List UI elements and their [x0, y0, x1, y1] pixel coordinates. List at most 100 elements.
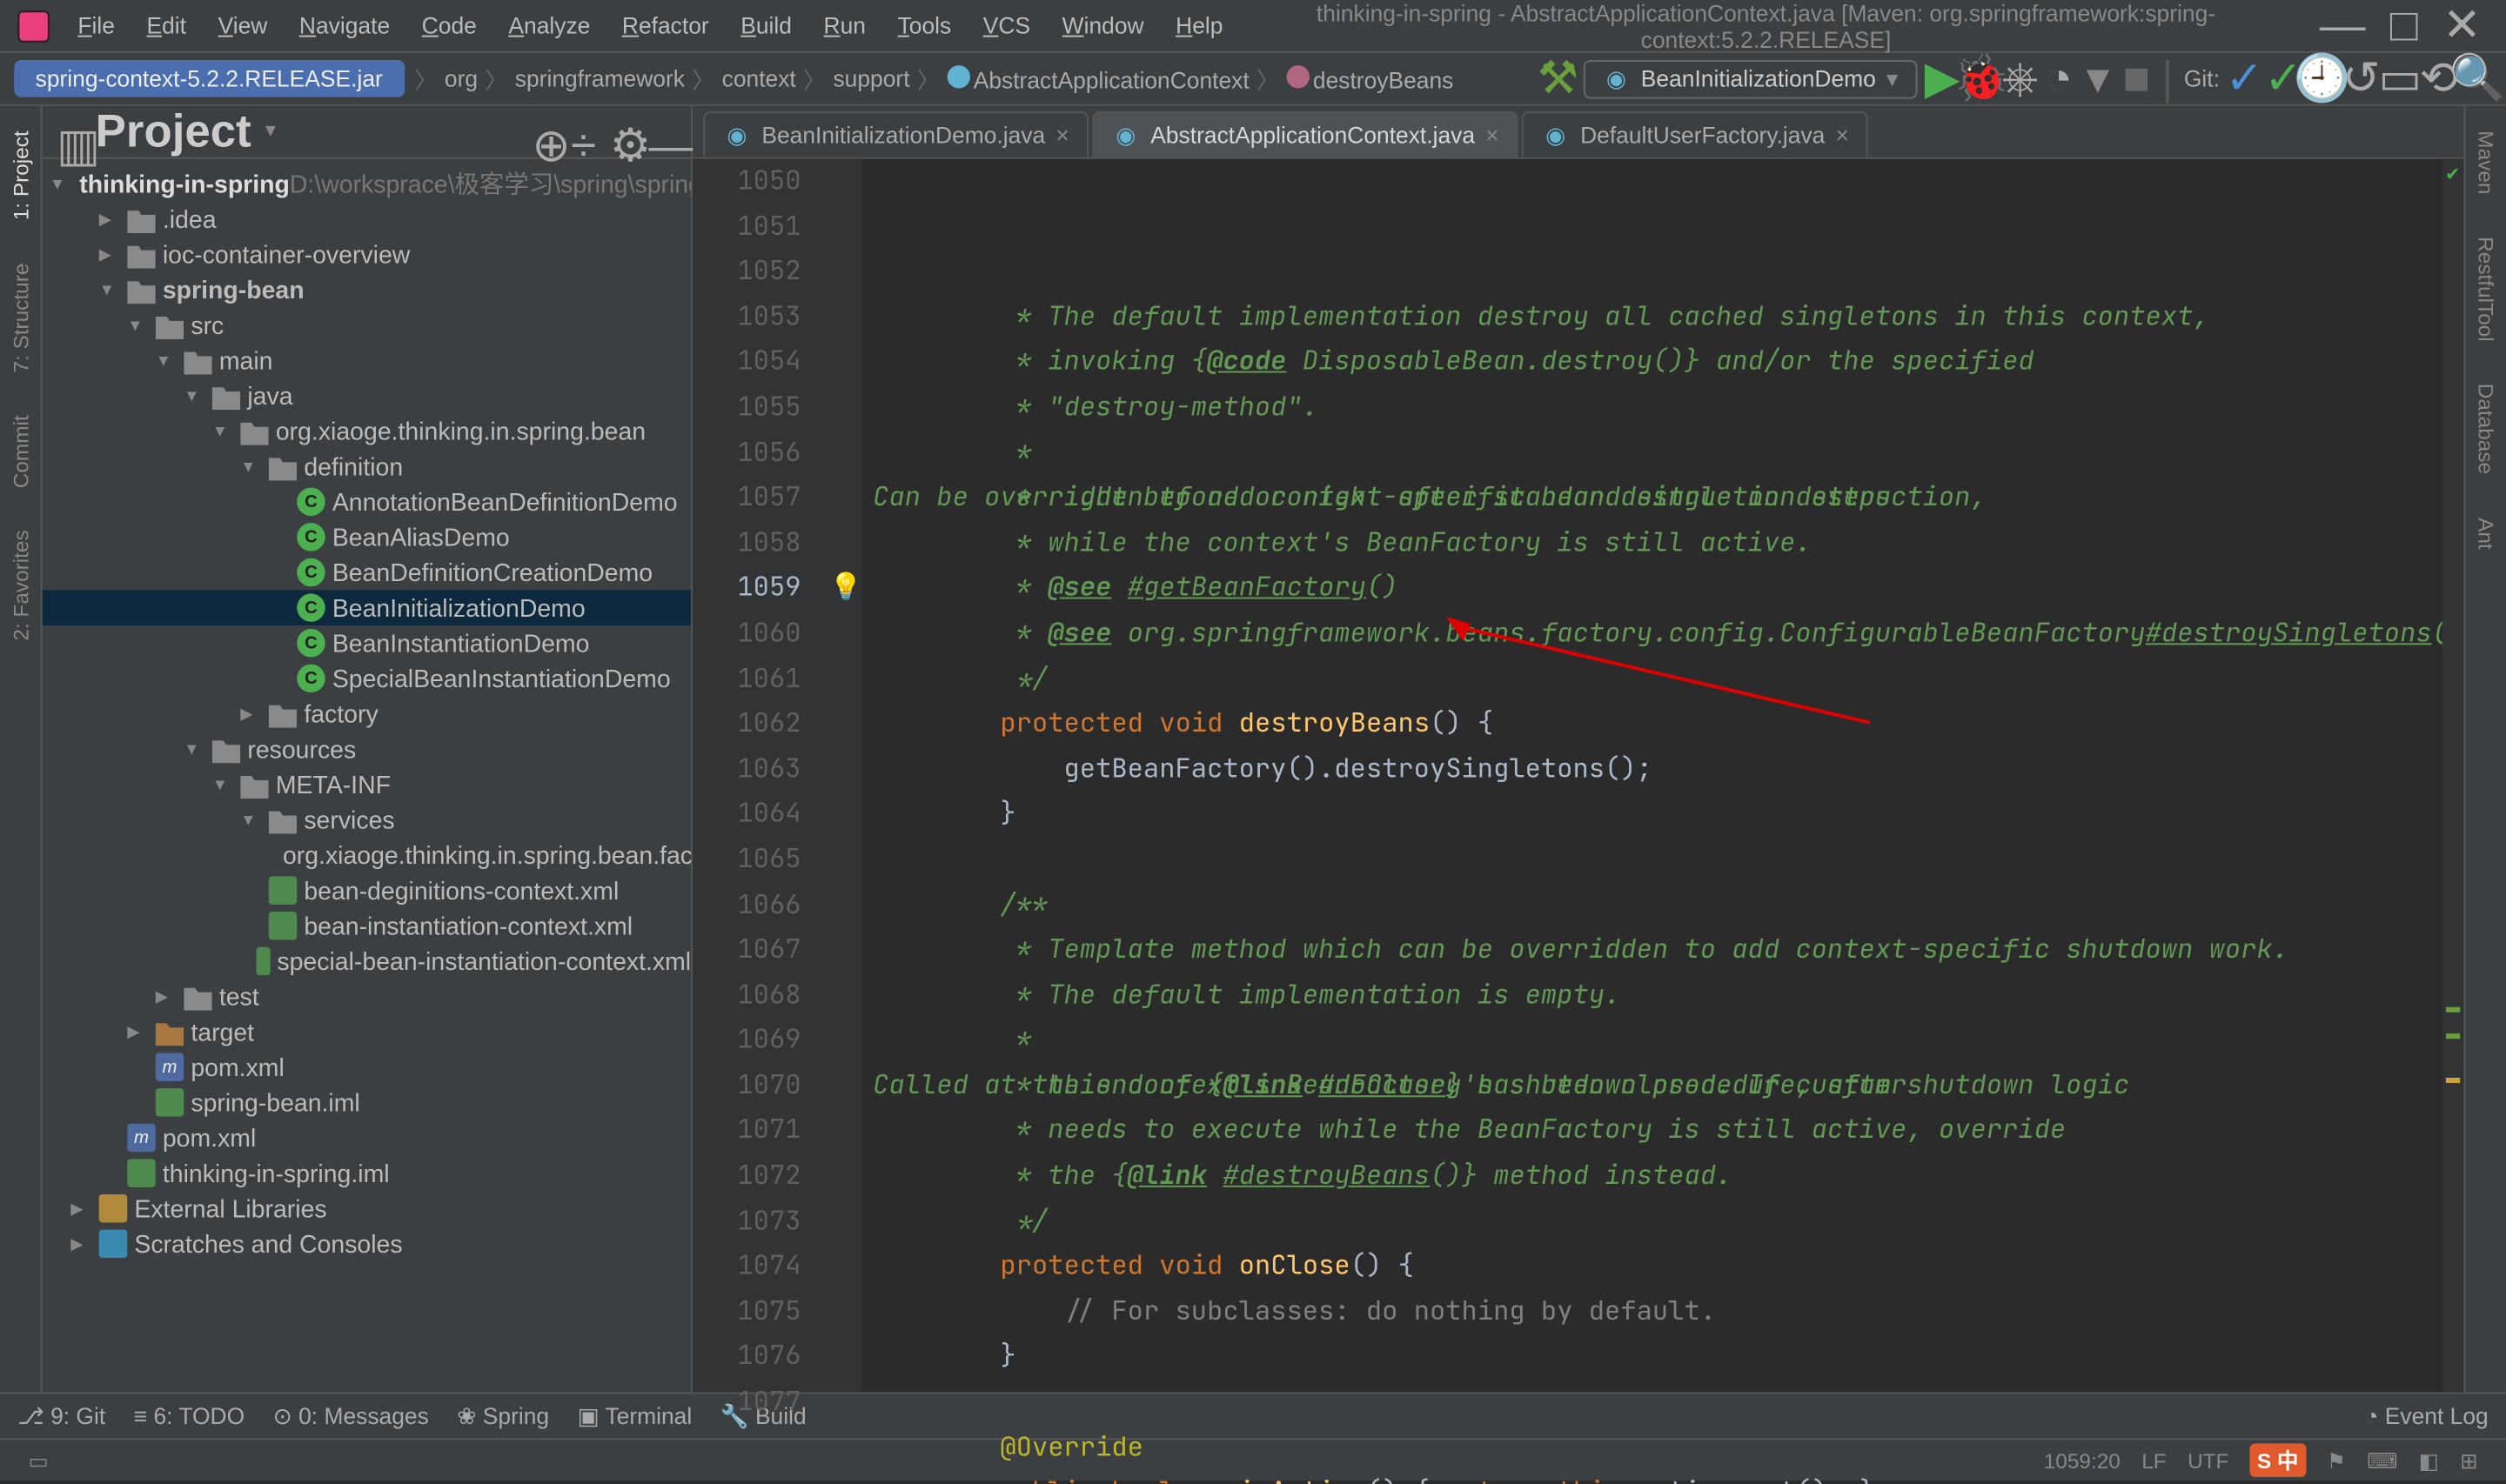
debug-button[interactable]: 🐞 — [1967, 64, 1995, 92]
nav-jar-pill[interactable]: spring-context-5.2.2.RELEASE.jar — [14, 60, 404, 97]
tree-node[interactable]: SpecialBeanInstantiationDemo — [43, 661, 691, 697]
tool-git[interactable]: ⎇ 9: Git — [17, 1402, 105, 1430]
marker[interactable] — [2446, 1033, 2460, 1039]
vcs-history-icon[interactable]: 🕘 — [2308, 64, 2336, 92]
code-line[interactable]: * The default implementation is empty. — [873, 973, 2463, 1018]
tree-node[interactable]: pom.xml — [43, 1049, 691, 1085]
locate-icon[interactable]: ⊕ — [532, 117, 559, 145]
code-line[interactable]: * The default implementation destroy all… — [873, 295, 2463, 340]
code-line[interactable]: * Called at the end of {@link #doClose}'… — [873, 1018, 2463, 1063]
coverage-button[interactable]: ⎈ — [2006, 64, 2034, 92]
maximize-button[interactable]: □ — [2390, 0, 2418, 53]
code-line[interactable] — [873, 1380, 2463, 1425]
tree-node[interactable]: BeanDefinitionCreationDemo — [43, 555, 691, 591]
tool-todo[interactable]: ≡ 6: TODO — [134, 1403, 245, 1429]
code-line[interactable]: * the {@link #destroyBeans()} method ins… — [873, 1153, 2463, 1199]
right-rail-tab[interactable]: Database — [2473, 373, 2497, 485]
code-line[interactable]: /** — [873, 882, 2463, 927]
code-line[interactable] — [873, 838, 2463, 883]
tool-terminal[interactable]: ▣ Terminal — [578, 1402, 693, 1430]
tree-node[interactable]: ▶Scratches and Consoles — [43, 1227, 691, 1262]
tree-node[interactable]: thinking-in-spring.iml — [43, 1155, 691, 1191]
tree-node[interactable]: BeanInstantiationDemo — [43, 625, 691, 661]
code-line[interactable]: } — [873, 1334, 2463, 1380]
code-line[interactable]: * "destroy-method". — [873, 385, 2463, 431]
code-line[interactable]: protected void onClose() { — [873, 1244, 2463, 1289]
tree-node[interactable]: BeanInitializationDemo — [43, 590, 691, 625]
tree-node[interactable]: ▶External Libraries — [43, 1191, 691, 1227]
code-line[interactable]: */ — [873, 657, 2463, 702]
menu-view[interactable]: View — [204, 12, 281, 38]
tree-node[interactable]: ▼services — [43, 802, 691, 838]
menu-vcs[interactable]: VCS — [969, 12, 1045, 38]
search-everywhere-icon[interactable]: 🔍 — [2463, 64, 2491, 92]
tree-node[interactable]: AnnotationBeanDefinitionDemo — [43, 485, 691, 520]
marker[interactable] — [2446, 1078, 2460, 1083]
left-rail-tab[interactable]: 7: Structure — [8, 252, 32, 383]
left-rail-tab[interactable]: 1: Project — [8, 120, 32, 231]
code-content[interactable]: * The default implementation destroy all… — [862, 159, 2463, 1393]
tree-node[interactable]: BeanAliasDemo — [43, 519, 691, 555]
menu-code[interactable]: Code — [407, 12, 491, 38]
breadcrumb-item[interactable]: AbstractApplicationContext — [947, 64, 1249, 92]
code-line[interactable]: * Can be overridden to add context-speci… — [873, 431, 2463, 476]
right-rail-tab[interactable]: RestfulTool — [2473, 226, 2497, 352]
editor[interactable]: 1050105110521053105410551056105710581059… — [693, 159, 2463, 1393]
vcs-revert-icon[interactable]: ↺ — [2347, 64, 2375, 92]
profile-button[interactable]: ◔ — [2045, 64, 2073, 92]
tree-node[interactable]: ▼main — [43, 343, 691, 378]
breadcrumb-item[interactable]: context — [722, 65, 796, 91]
code-line[interactable]: * @see #getBeanFactory() — [873, 566, 2463, 612]
code-line[interactable]: // For subclasses: do nothing by default… — [873, 1289, 2463, 1334]
tool-messages[interactable]: ⊙ 0: Messages — [273, 1402, 429, 1430]
minimize-button[interactable]: — — [2320, 0, 2366, 53]
menu-file[interactable]: File — [64, 12, 129, 38]
editor-tab[interactable]: ◉DefaultUserFactory.java× — [1522, 111, 1868, 157]
tree-node[interactable]: spring-bean.iml — [43, 1085, 691, 1120]
more-run-icon[interactable]: ▾ — [2084, 64, 2112, 92]
menu-window[interactable]: Window — [1048, 12, 1157, 38]
hide-tool-icon[interactable]: — — [648, 117, 676, 145]
editor-tab[interactable]: ◉AbstractApplicationContext.java× — [1092, 111, 1518, 157]
tree-node[interactable]: bean-deginitions-context.xml — [43, 872, 691, 908]
vcs-branch-icon[interactable]: ▭ — [2386, 64, 2414, 92]
chevron-down-icon[interactable]: ▼ — [262, 122, 279, 141]
project-view-icon[interactable]: ▥ — [57, 117, 84, 145]
code-line[interactable]: protected void destroyBeans() { — [873, 702, 2463, 747]
tree-node[interactable]: ▼src — [43, 307, 691, 343]
tree-node[interactable]: ▶factory — [43, 696, 691, 732]
menu-analyze[interactable]: Analyze — [494, 12, 604, 38]
code-line[interactable]: * Template method which can be overridde… — [873, 927, 2463, 973]
tree-node[interactable]: org.xiaoge.thinking.in.spring.bean.facto… — [43, 838, 691, 873]
code-line[interactable]: * needs to execute while the BeanFactory… — [873, 1108, 2463, 1153]
breadcrumb-item[interactable]: org — [445, 65, 478, 91]
right-rail-tab[interactable]: Maven — [2473, 120, 2497, 205]
tree-node[interactable]: ▼spring-bean — [43, 272, 691, 308]
breadcrumb-item[interactable]: support — [833, 65, 909, 91]
settings-gear-icon[interactable]: ⚙ — [610, 117, 638, 145]
code-line[interactable]: @Override — [873, 1425, 2463, 1470]
close-tab-icon[interactable]: × — [1836, 122, 1849, 148]
inspection-ok-icon[interactable]: ✔ — [2445, 166, 2460, 185]
editor-tab[interactable]: ◉BeanInitializationDemo.java× — [703, 111, 1089, 157]
breadcrumb-item[interactable]: springframework — [515, 65, 685, 91]
close-tab-icon[interactable]: × — [1055, 122, 1069, 148]
build-hammer-icon[interactable]: ⚒ — [1544, 64, 1571, 92]
collapse-icon[interactable]: ÷ — [571, 117, 599, 145]
right-rail-tab[interactable]: Ant — [2473, 506, 2497, 559]
code-line[interactable]: * right before or right after standard s… — [873, 476, 2463, 521]
tree-root[interactable]: ▼thinking-in-spring D:\worksprace\极客学习\s… — [43, 166, 691, 202]
tool-spring[interactable]: ❀ Spring — [457, 1402, 549, 1430]
code-line[interactable]: * @see org.springframework.beans.factory… — [873, 612, 2463, 657]
menu-edit[interactable]: Edit — [132, 12, 200, 38]
tree-node[interactable]: pom.xml — [43, 1120, 691, 1156]
intention-bulb-icon[interactable]: 💡 — [829, 570, 862, 605]
tree-node[interactable]: ▶.idea — [43, 202, 691, 237]
tree-node[interactable]: ▼META-INF — [43, 766, 691, 802]
status-tool-icon[interactable]: ▭ — [28, 1447, 48, 1472]
tree-node[interactable]: ▶test — [43, 979, 691, 1014]
menu-tools[interactable]: Tools — [883, 12, 965, 38]
code-line[interactable]: * this context's BeanFactory has been cl… — [873, 1063, 2463, 1108]
menu-help[interactable]: Help — [1162, 12, 1237, 38]
run-config-selector[interactable]: ◉ BeanInitializationDemo ▾ — [1583, 59, 1918, 98]
